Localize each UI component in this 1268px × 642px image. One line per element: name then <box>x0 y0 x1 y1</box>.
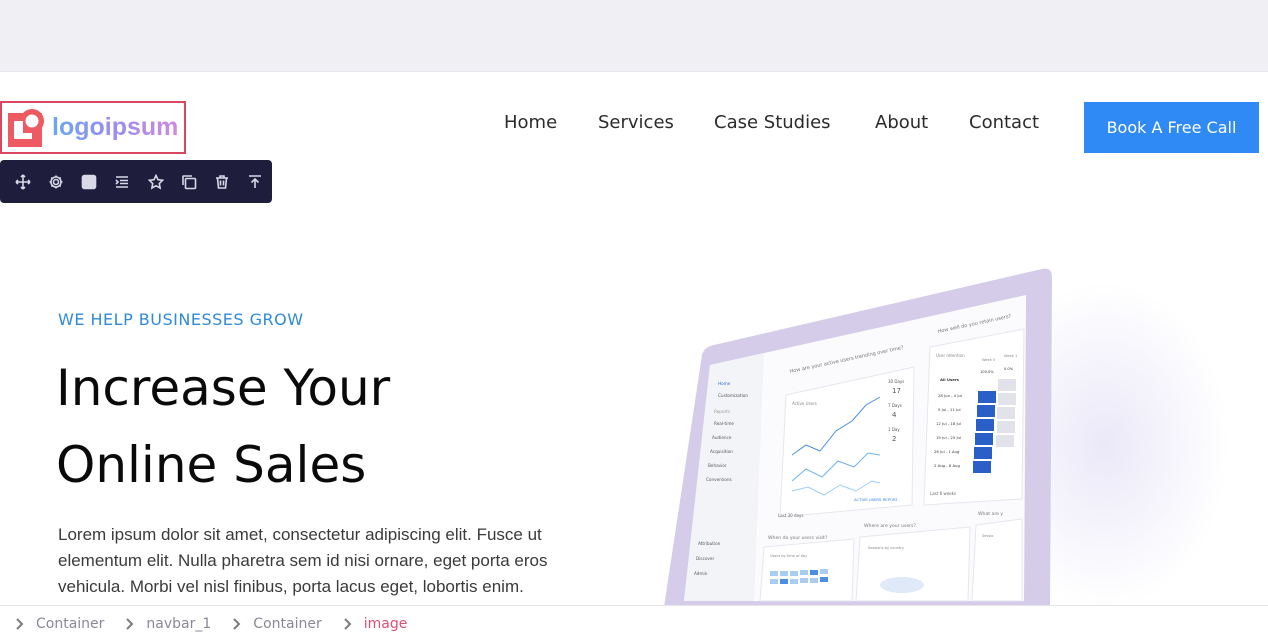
hero-eyebrow: WE HELP BUSINESSES GROW <box>58 310 304 329</box>
dash-sidebar-item: Reports <box>714 409 730 414</box>
move-icon[interactable] <box>6 160 39 203</box>
dash-retention-row: 12 Jul - 18 Jul <box>936 421 961 426</box>
dash-where-title: Where are your users? <box>864 523 916 529</box>
dash-metric-value: 17 <box>892 387 901 395</box>
chevron-right-icon <box>12 617 26 631</box>
dash-report-link: ACTIVE USERS REPORT <box>854 497 898 502</box>
dash-retention-row: 5 Jul - 11 Jul <box>938 407 961 412</box>
breadcrumb-container-inner[interactable]: Container <box>253 616 321 632</box>
dash-footer-right: Last 6 weeks <box>930 491 956 496</box>
dash-retention-col: Week 0 <box>982 358 996 362</box>
logo-selected-element[interactable]: logoipsum <box>0 101 186 154</box>
element-toolbar <box>0 160 272 203</box>
dash-footer-left: Last 30 days <box>778 513 803 518</box>
dash-sidebar-item: Admin <box>694 571 708 576</box>
move-up-icon[interactable] <box>239 160 272 203</box>
hero-dashboard-image[interactable]: Home Customization Reports Real-time Aud… <box>640 255 1080 615</box>
nav-services[interactable]: Services <box>598 112 674 133</box>
favorite-icon[interactable] <box>139 160 172 203</box>
dash-sidebar-item: Audience <box>712 435 732 440</box>
dash-sidebar-item: Home <box>718 381 731 386</box>
dash-sidebar-item: Behavior <box>708 463 727 468</box>
dash-sidebar-item: Conversions <box>706 477 732 482</box>
duplicate-icon[interactable] <box>172 160 205 203</box>
breadcrumb: Container navbar_1 Container image <box>0 605 1268 642</box>
dash-sidebar-item: Discover <box>696 556 714 561</box>
chevron-right-icon <box>122 617 136 631</box>
book-call-button[interactable]: Book A Free Call <box>1084 102 1259 153</box>
dash-visit-sub: Users by time of day <box>770 554 808 558</box>
chevron-right-icon <box>229 617 243 631</box>
dash-sessions-label: Sessio <box>982 534 993 538</box>
headline-line-2: Online Sales <box>56 436 367 494</box>
dash-visit-title: When do your users visit? <box>768 535 828 541</box>
dash-retention-value: 100.0% <box>980 370 994 374</box>
nav-contact[interactable]: Contact <box>969 112 1039 133</box>
dash-sidebar-item: Customization <box>718 393 748 398</box>
dash-sidebar-item: Acquisition <box>710 449 733 454</box>
dash-metric-label: 1 Day <box>888 427 900 432</box>
settings-icon[interactable] <box>39 160 72 203</box>
dash-metric-value: 2 <box>892 435 896 443</box>
breadcrumb-container[interactable]: Container <box>36 616 104 632</box>
dash-retention-value: 0.0% <box>1004 367 1014 371</box>
nav-case-studies[interactable]: Case Studies <box>714 112 831 133</box>
navigator-icon[interactable] <box>106 160 139 203</box>
hero-body: Lorem ipsum dolor sit amet, consectetur … <box>58 525 548 596</box>
dash-where-sub: Sessions by country <box>868 546 905 550</box>
nav-about[interactable]: About <box>875 112 928 133</box>
headline-line-1: Increase Your <box>56 359 391 417</box>
style-icon[interactable] <box>73 160 106 203</box>
logo-text: logoipsum <box>52 113 179 141</box>
dash-active-users-label: Active Users <box>792 401 817 406</box>
dash-metric-label: 30 Days <box>888 379 904 384</box>
dash-retention-row: All Users <box>940 377 960 382</box>
chevron-right-icon <box>340 617 354 631</box>
breadcrumb-navbar[interactable]: navbar_1 <box>146 616 211 632</box>
delete-icon[interactable] <box>206 160 239 203</box>
dash-retention-row: 26 Jul - 1 Aug <box>934 449 960 454</box>
dash-retention-row: 28 Jun - 4 Jul <box>938 393 962 398</box>
dash-sidebar-item: Attribution <box>698 541 721 546</box>
nav-home[interactable]: Home <box>504 112 557 133</box>
hero-headline: Increase Your Online Sales <box>56 350 390 504</box>
logo-mark-icon <box>6 107 48 149</box>
dash-what-title: What are y <box>978 511 1003 517</box>
editor-top-band <box>0 0 1268 72</box>
dash-metric-label: 7 Days <box>888 403 902 408</box>
dash-metric-value: 4 <box>892 411 897 419</box>
dash-sidebar-item: Real-time <box>714 421 734 426</box>
dash-retention-label: User retention <box>936 353 965 358</box>
breadcrumb-image[interactable]: image <box>364 616 408 632</box>
dash-retention-row: 2 Aug - 8 Aug <box>934 463 960 468</box>
dash-retention-col: Week 1 <box>1004 354 1017 358</box>
dash-retention-row: 19 Jul - 25 Jul <box>936 435 961 440</box>
